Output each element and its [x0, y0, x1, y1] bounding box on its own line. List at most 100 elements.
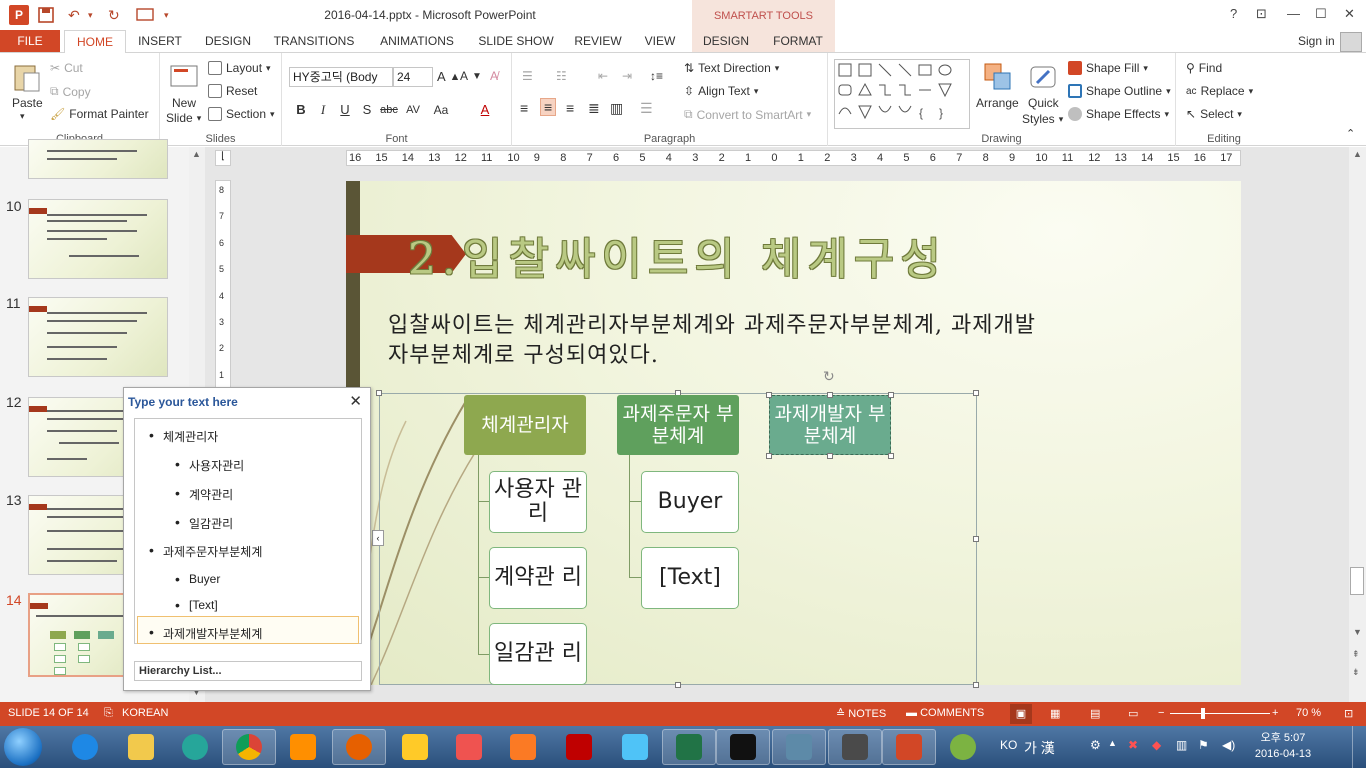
columns-icon[interactable]: ▥	[610, 100, 623, 117]
resize-handle[interactable]	[973, 536, 979, 542]
tab-smartart-format[interactable]: FORMAT	[766, 30, 830, 53]
align-right-icon[interactable]: ≡	[566, 100, 574, 116]
normal-view-icon[interactable]: ▣	[1010, 704, 1032, 724]
scrollbar-thumb[interactable]	[1350, 567, 1364, 595]
justify-icon[interactable]: ≣	[588, 100, 600, 117]
list-item[interactable]: 사용자관리	[175, 456, 244, 474]
new-slide-label-2[interactable]: Slide ▾	[166, 111, 201, 125]
strikethrough-icon[interactable]: abc	[380, 101, 398, 119]
shadow-icon[interactable]: S	[358, 101, 376, 119]
ime-language[interactable]: KO	[1000, 738, 1017, 752]
maximize-icon[interactable]: ☐	[1315, 6, 1327, 22]
shapes-gallery[interactable]: { }	[834, 59, 970, 129]
show-desktop-button[interactable]	[1352, 726, 1366, 768]
language-indicator[interactable]: KOREAN	[122, 707, 168, 719]
show-hidden-icons[interactable]: ▲	[1108, 738, 1117, 748]
text-direction-button[interactable]: ⇅ Text Direction ▾	[684, 61, 779, 75]
sublime-text-icon[interactable]	[828, 729, 882, 765]
zoom-slider[interactable]	[1170, 713, 1270, 714]
tab-slide-show[interactable]: SLIDE SHOW	[476, 30, 556, 53]
italic-icon[interactable]: I	[314, 101, 332, 119]
format-painter-button[interactable]: 🖌 Format Painter	[50, 107, 149, 121]
powerpoint-taskbar-icon[interactable]	[882, 729, 936, 765]
zoom-slider-thumb[interactable]	[1201, 708, 1205, 719]
quick-styles-label-1[interactable]: Quick	[1028, 96, 1059, 110]
comments-button[interactable]: ▬ COMMENTS	[906, 707, 984, 719]
firefox-icon[interactable]	[332, 729, 386, 765]
arrange-button[interactable]: Arrange	[976, 96, 1019, 110]
close-icon[interactable]: ✕	[349, 392, 362, 410]
xampp-icon[interactable]	[496, 729, 550, 765]
new-slide-label-1[interactable]: New	[172, 96, 196, 110]
tab-view[interactable]: VIEW	[640, 30, 680, 53]
list-item[interactable]: Buyer	[175, 571, 221, 587]
excel-icon[interactable]	[662, 729, 716, 765]
list-item[interactable]: 과제주문자부분체계	[149, 542, 262, 560]
text-pane-list[interactable]: 체계관리자 사용자관리 계약관리 일감관리 과제주문자부분체계 Buyer [T…	[134, 418, 362, 644]
node-handle[interactable]	[827, 453, 833, 459]
vertical-scrollbar[interactable]: ▲ ▼ ⇞ ⇟	[1349, 147, 1366, 702]
security-icon[interactable]: ◆	[1152, 738, 1161, 752]
find-button[interactable]: ⚲ Find	[1186, 61, 1222, 75]
convert-to-smartart-button[interactable]: ⧉ Convert to SmartArt ▾	[684, 107, 811, 122]
minimize-icon[interactable]: —	[1287, 6, 1300, 21]
bullets-icon[interactable]: ☰	[522, 69, 533, 83]
bold-icon[interactable]: B	[292, 101, 310, 119]
change-case-icon[interactable]: Aa	[432, 101, 450, 119]
list-item[interactable]: 일감관리	[175, 514, 233, 532]
slide-thumbnail-9[interactable]	[28, 139, 168, 179]
line-spacing-icon[interactable]: ↕≡	[650, 69, 663, 83]
decrease-font-size-icon[interactable]: A ▼	[460, 69, 482, 83]
zoom-out-icon[interactable]: −	[1158, 707, 1164, 719]
system-clock[interactable]: 오후 5:07 2016-04-13	[1248, 730, 1318, 762]
align-text-button[interactable]: ⇳ Align Text ▾	[684, 84, 758, 98]
tab-insert[interactable]: INSERT	[132, 30, 188, 53]
slide-title[interactable]: 2.입찰싸이트의 체계구성	[408, 223, 947, 287]
notes-app-icon[interactable]	[442, 729, 496, 765]
arrange-icon[interactable]	[982, 61, 1014, 93]
text-box-columns-icon[interactable]: ☰	[640, 100, 653, 117]
quick-styles-icon[interactable]	[1027, 61, 1059, 93]
start-button[interactable]	[4, 728, 42, 766]
font-color-icon[interactable]: A	[476, 101, 494, 119]
chrome-icon[interactable]	[222, 729, 276, 765]
file-explorer-icon[interactable]	[114, 729, 168, 765]
mysql-icon[interactable]	[772, 729, 826, 765]
node-handle[interactable]	[766, 453, 772, 459]
shape-outline-button[interactable]: Shape Outline ▾	[1068, 84, 1171, 98]
smartart-node-developer-selected[interactable]: 과제개발자 부분체계	[769, 395, 891, 455]
copy-button[interactable]: ⧉ Copy	[50, 84, 91, 99]
section-button[interactable]: Section ▾	[208, 107, 275, 121]
tab-animations[interactable]: ANIMATIONS	[372, 30, 462, 53]
tab-review[interactable]: REVIEW	[570, 30, 626, 53]
video-player-icon[interactable]	[276, 729, 330, 765]
align-left-icon[interactable]: ≡	[520, 100, 528, 116]
paste-button[interactable]: Paste	[12, 96, 43, 110]
clear-formatting-icon[interactable]: A̸	[490, 69, 498, 83]
layout-name-link[interactable]: Hierarchy List...	[134, 661, 362, 681]
tab-smartart-design[interactable]: DESIGN	[698, 30, 754, 53]
network-icon[interactable]: ▥	[1176, 738, 1187, 752]
reset-button[interactable]: Reset	[208, 84, 257, 98]
internet-explorer-icon[interactable]	[58, 729, 112, 765]
new-slide-icon[interactable]	[168, 61, 200, 93]
replace-button[interactable]: ac Replace ▾	[1186, 84, 1253, 98]
zoom-in-icon[interactable]: +	[1272, 707, 1278, 719]
resize-handle[interactable]	[675, 682, 681, 688]
fit-slide-icon[interactable]: ⊡	[1344, 707, 1353, 720]
command-prompt-icon[interactable]	[716, 729, 770, 765]
tab-transitions[interactable]: TRANSITIONS	[270, 30, 358, 53]
paint-icon[interactable]	[388, 729, 442, 765]
decrease-indent-icon[interactable]: ⇤	[598, 69, 608, 83]
list-item[interactable]: 과제개발자부분체계	[149, 624, 262, 642]
shape-effects-button[interactable]: Shape Effects ▾	[1068, 107, 1169, 121]
paste-icon[interactable]	[10, 61, 42, 93]
layout-button[interactable]: Layout ▾	[208, 61, 271, 75]
rotate-handle-icon[interactable]: ↻	[823, 368, 835, 385]
smartart-node-buyer[interactable]: Buyer	[641, 471, 739, 533]
filezilla-icon[interactable]	[552, 729, 606, 765]
spellcheck-icon[interactable]: ⎘	[104, 707, 113, 720]
collapse-ribbon-icon[interactable]: ⌃	[1346, 127, 1355, 140]
font-size-combo[interactable]: 24	[393, 67, 433, 87]
character-spacing-icon[interactable]: AV	[404, 101, 422, 119]
